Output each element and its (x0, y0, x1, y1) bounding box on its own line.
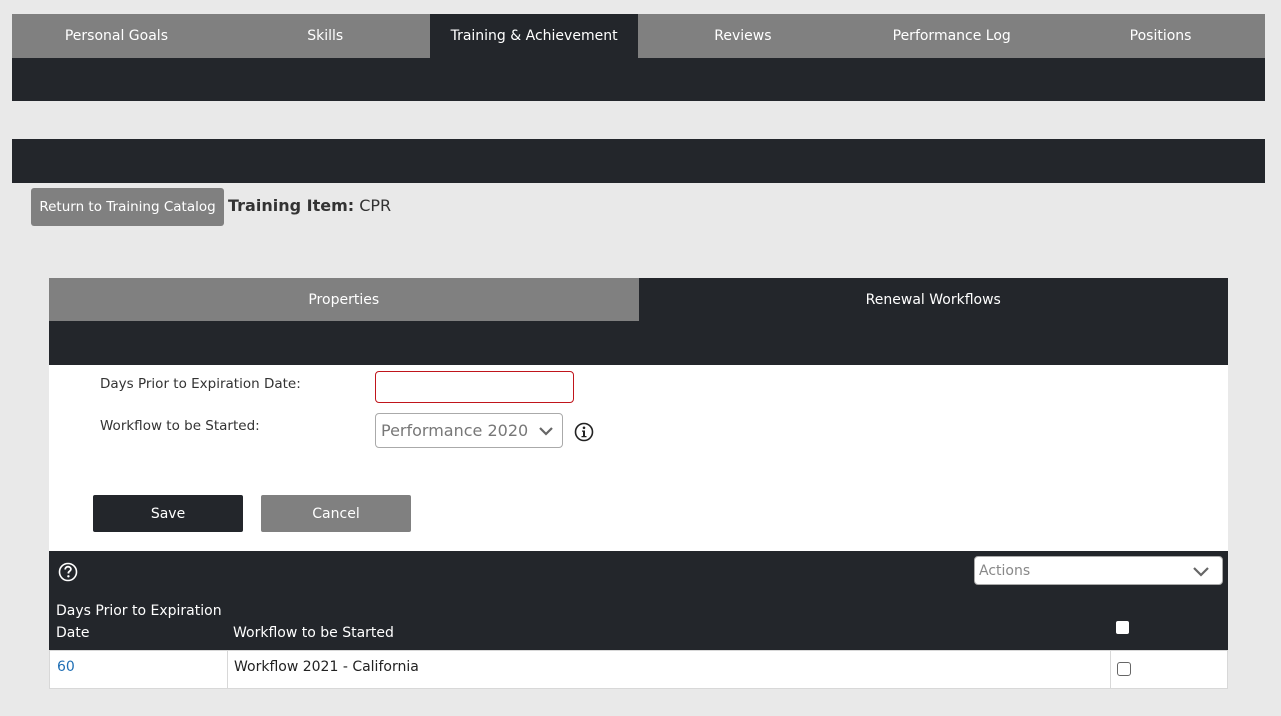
return-to-training-catalog-button[interactable]: Return to Training Catalog (31, 188, 224, 226)
tab-personal-goals[interactable]: Personal Goals (12, 14, 221, 58)
tab-label: Positions (1129, 28, 1192, 44)
section-header-bar (12, 139, 1265, 183)
select-cell (1110, 651, 1228, 688)
tab-label: Renewal Workflows (865, 291, 1001, 308)
tab-label: Training & Achievement (450, 28, 618, 44)
tab-training-achievement[interactable]: Training & Achievement (429, 14, 639, 58)
tab-skills[interactable]: Skills (221, 14, 430, 58)
sub-tab-bar (49, 321, 1228, 365)
tab-positions[interactable]: Positions (1056, 14, 1265, 58)
tab-label: Properties (308, 291, 380, 308)
grid-header: Actions Days Prior to Expiration Date Wo… (49, 551, 1228, 650)
workflow-cell: Workflow 2021 - California (234, 659, 419, 675)
info-icon[interactable] (574, 422, 594, 446)
column-header-workflow[interactable]: Workflow to be Started (233, 622, 394, 644)
chevron-down-icon (538, 423, 554, 442)
tab-label: Skills (307, 28, 344, 44)
column-header-days-line1: Days Prior to Expiration (56, 603, 222, 619)
days-cell: 60 (50, 651, 228, 688)
cancel-button[interactable]: Cancel (261, 495, 411, 532)
chevron-down-icon (1192, 564, 1210, 582)
tab-label: Performance Log (892, 28, 1011, 44)
select-all-checkbox[interactable] (1116, 621, 1129, 634)
actions-select[interactable]: Actions (974, 556, 1223, 585)
column-header-days-line2: Date (56, 625, 90, 641)
sub-tabs: Properties Renewal Workflows (49, 278, 1228, 321)
tab-label: Reviews (714, 28, 772, 44)
save-button[interactable]: Save (93, 495, 243, 532)
top-nav: Personal Goals Skills Training & Achieve… (12, 14, 1265, 58)
tab-label: Personal Goals (64, 28, 168, 44)
nav-subbar (12, 58, 1265, 101)
renewal-form: Days Prior to Expiration Date: Workflow … (49, 365, 1228, 551)
tab-properties[interactable]: Properties (49, 278, 639, 321)
days-link[interactable]: 60 (57, 659, 75, 675)
table-row: 60 Workflow 2021 - California (49, 650, 1228, 689)
row-checkbox[interactable] (1117, 662, 1131, 676)
tab-reviews[interactable]: Reviews (638, 14, 847, 58)
days-prior-input[interactable] (375, 371, 574, 403)
column-header-days[interactable]: Days Prior to Expiration Date (56, 600, 226, 644)
workflow-select-value: Performance 2020 (381, 421, 529, 440)
help-icon[interactable] (58, 562, 78, 586)
training-item-label: Training Item: (228, 196, 355, 215)
tab-performance-log[interactable]: Performance Log (847, 14, 1056, 58)
workflow-label: Workflow to be Started: (100, 418, 260, 434)
workflow-select[interactable]: Performance 2020 (375, 413, 563, 448)
training-item-value: CPR (359, 196, 392, 215)
training-item-title: Training Item: CPR (228, 196, 391, 215)
days-prior-label: Days Prior to Expiration Date: (100, 376, 301, 392)
actions-select-placeholder: Actions (979, 562, 1031, 579)
tab-renewal-workflows[interactable]: Renewal Workflows (638, 278, 1228, 321)
